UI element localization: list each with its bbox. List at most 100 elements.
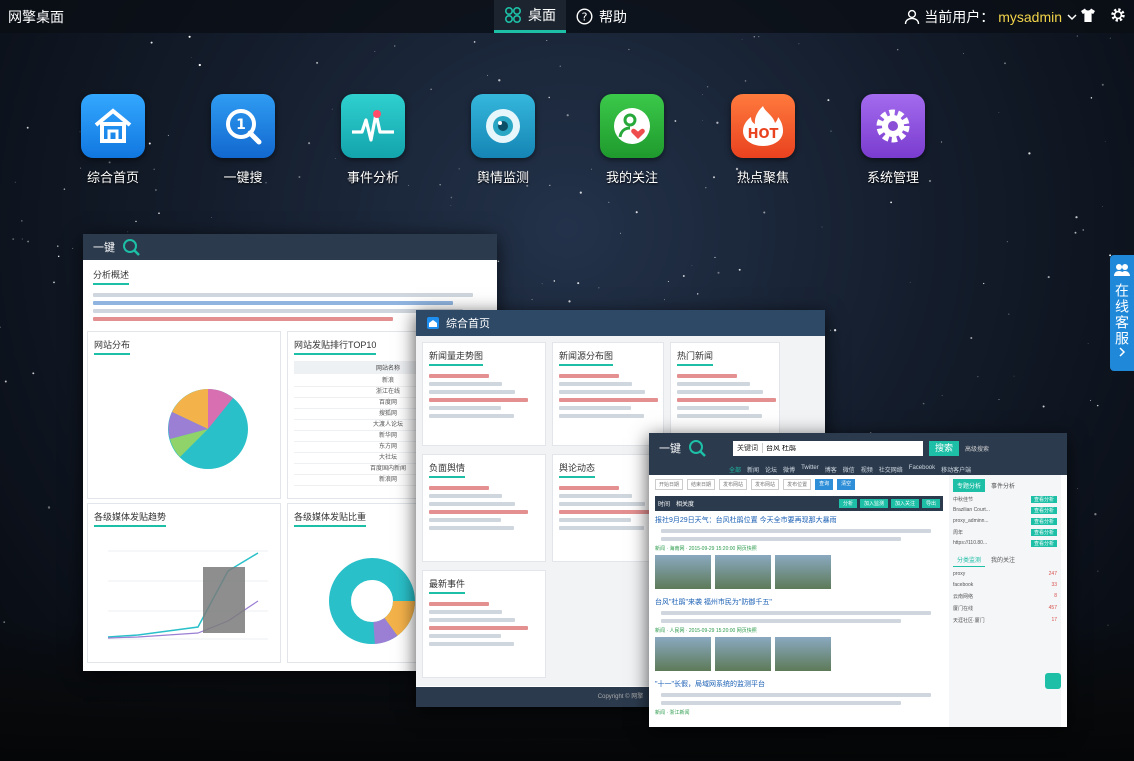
app-hot[interactable]: HOT 热点聚焦	[718, 94, 808, 186]
star	[63, 188, 66, 190]
home-panel-line	[677, 374, 737, 378]
app-follow[interactable]: 我的关注	[587, 94, 677, 186]
home-panel-line	[429, 390, 515, 394]
result-action-button[interactable]: 分析	[838, 499, 857, 508]
side-tab[interactable]: 我的关注	[987, 553, 1019, 567]
result-thumbnail[interactable]	[655, 637, 711, 671]
filter-field[interactable]: 结束日期	[687, 479, 716, 490]
side-item-button[interactable]: 查看分析	[1030, 496, 1057, 503]
result-thumbnail[interactable]	[715, 637, 771, 671]
shirt-icon[interactable]	[1080, 7, 1096, 23]
side-item-button[interactable]: 查看分析	[1030, 507, 1057, 514]
result-title[interactable]: "十一"长假，局域网系统的监测平台	[655, 679, 943, 689]
search-tab[interactable]: 博客	[825, 465, 837, 474]
home-panel-title: 负面舆情	[429, 459, 466, 478]
side-list-count: 17	[1051, 617, 1057, 623]
home-panel: 新闻源分布图	[552, 342, 664, 446]
nav-desktop[interactable]: 桌面	[494, 0, 566, 33]
sort-option[interactable]: 时间	[658, 499, 670, 508]
filter-field[interactable]: 发布网站	[751, 479, 780, 490]
chevron-right-icon	[1119, 347, 1126, 357]
advanced-search-link[interactable]: 高级搜索	[965, 444, 989, 453]
result-action-button[interactable]: 加入关注	[890, 499, 919, 508]
search-tab[interactable]: 论坛	[765, 465, 777, 474]
search-tab[interactable]: 视频	[861, 465, 873, 474]
search-tab[interactable]: 新闻	[747, 465, 759, 474]
result-thumbnail[interactable]	[775, 637, 831, 671]
result-thumbnail[interactable]	[655, 555, 711, 589]
side-tab[interactable]: 专题分析	[953, 479, 986, 492]
search-input[interactable]	[763, 444, 883, 452]
star	[559, 65, 561, 67]
app-monitor[interactable]: 舆情监测	[458, 94, 548, 186]
result-thumbnail[interactable]	[775, 555, 831, 589]
side-list-item[interactable]: facebook 33	[953, 582, 1057, 588]
star	[998, 112, 1000, 113]
overview-text	[93, 317, 393, 321]
side-list-item[interactable]: 天涯社区·厦门 17	[953, 617, 1057, 624]
side-list-item[interactable]: 厦门在线 457	[953, 605, 1057, 612]
side-tab[interactable]: 事件分析	[987, 479, 1019, 492]
window-search[interactable]: 一键 关键词 搜索 高级搜索 全部新闻论坛微博 Twitter 博客微信视频社交网络…	[649, 433, 1067, 727]
people-icon	[1114, 264, 1130, 276]
filter-button[interactable]: 查询	[815, 479, 834, 490]
history-icon[interactable]	[1045, 673, 1061, 689]
app-event[interactable]: 事件分析	[328, 94, 418, 186]
star	[579, 191, 582, 194]
app-event-label: 事件分析	[346, 170, 399, 185]
app-monitor-label: 舆情监测	[476, 170, 529, 185]
search-button[interactable]: 搜索	[929, 440, 960, 456]
result-action-button[interactable]: 加入监测	[859, 499, 888, 508]
star	[430, 88, 432, 91]
star	[909, 281, 911, 283]
result-action-button[interactable]: 导出	[921, 499, 940, 508]
filter-field[interactable]: 发布网站	[719, 479, 748, 490]
filter-field[interactable]: 开始日期	[655, 479, 684, 490]
app-search-label: 一键搜	[223, 170, 263, 185]
side-list-item[interactable]: proxy 247	[953, 571, 1057, 577]
result-thumbnail[interactable]	[715, 555, 771, 589]
side-item-button[interactable]: 查看分析	[1030, 518, 1057, 525]
window-home-title: 综合首页	[446, 318, 490, 330]
app-search[interactable]: 1 一键搜	[198, 94, 288, 186]
star	[1087, 343, 1089, 345]
star	[1082, 229, 1084, 231]
search-tab[interactable]: Facebook	[909, 465, 935, 473]
star	[158, 212, 160, 215]
star	[32, 372, 35, 375]
side-item-button[interactable]: 查看分析	[1030, 529, 1057, 536]
side-list-name: 云南网络	[953, 594, 974, 600]
result-title[interactable]: 台风"杜鹃"来袭 福州市民为"防御千五"	[655, 597, 943, 607]
search-tab[interactable]: 社交网络	[879, 465, 903, 474]
home-panel-line	[429, 610, 502, 614]
search-tab[interactable]: Twitter	[801, 465, 819, 473]
side-list-item[interactable]: 云南网络 8	[953, 593, 1057, 600]
star	[758, 36, 760, 38]
star	[566, 114, 569, 117]
sort-option[interactable]: 相关度	[676, 499, 694, 508]
side-item-button[interactable]: 查看分析	[1030, 540, 1057, 547]
star	[705, 187, 707, 189]
filter-field[interactable]: 发布位置	[783, 479, 812, 490]
star	[1013, 375, 1015, 377]
result-snippet	[661, 529, 931, 533]
online-service-tab[interactable]: 在线客服	[1110, 255, 1134, 371]
search-tab[interactable]: 微信	[843, 465, 855, 474]
gear-icon[interactable]	[1110, 7, 1126, 23]
search-tab[interactable]: 移动客户端	[941, 465, 971, 474]
app-home[interactable]: 综合首页	[68, 94, 158, 186]
star	[821, 226, 823, 228]
star	[922, 402, 925, 405]
star	[738, 268, 741, 271]
search-tab[interactable]: 全部	[729, 465, 741, 474]
search-scope[interactable]: 关键词	[733, 443, 763, 453]
search-tab[interactable]: 微博	[783, 465, 795, 474]
app-system[interactable]: 系统管理	[848, 94, 938, 186]
grid-icon	[504, 6, 522, 24]
current-user[interactable]: 当前用户： mysadmin	[904, 7, 1078, 27]
filter-button[interactable]: 清空	[837, 479, 856, 490]
nav-help[interactable]: ? 帮助	[566, 0, 637, 33]
search-box[interactable]: 关键词	[733, 440, 923, 456]
side-tab[interactable]: 分类监测	[953, 553, 986, 567]
result-title[interactable]: 报社9月29日天气：台风杜鹃位置 今天全市要再现那大暴雨	[655, 515, 943, 525]
